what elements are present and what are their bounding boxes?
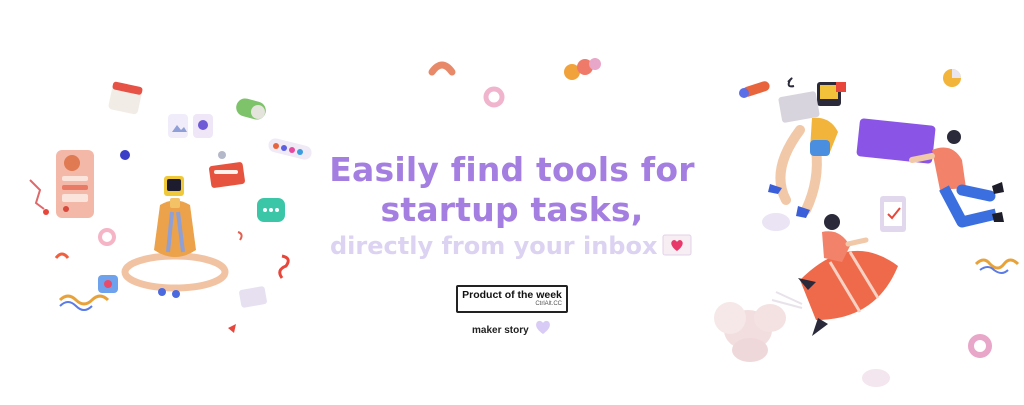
left-illustration — [29, 81, 312, 333]
badge-subtitle: CtrlAlt.CC — [535, 301, 562, 307]
right-illustration — [714, 69, 1020, 387]
squiggle-decoration — [974, 258, 1020, 270]
calendar-icon — [108, 81, 143, 115]
envelope-card-icon — [209, 162, 245, 188]
product-of-the-week-badge[interactable]: Product of the week CtrlAlt.CC — [456, 285, 568, 313]
image-card-icon — [168, 114, 188, 138]
ring-shape — [968, 334, 992, 358]
ring-shape — [483, 86, 505, 108]
standing-figure — [932, 147, 966, 190]
hero-banner: Easily find tools for startup tasks, dir… — [0, 0, 1024, 405]
headline: Easily find tools for startup tasks, — [300, 150, 724, 230]
maker-story-link[interactable]: maker story — [472, 325, 529, 336]
headline-line-1: Easily find tools for — [329, 150, 695, 189]
envelope-heart-icon — [662, 234, 692, 256]
headline-line-2: startup tasks, — [380, 190, 644, 229]
center-decorations — [428, 58, 601, 108]
ring-icon — [121, 252, 229, 292]
cloud-shape — [762, 213, 790, 231]
mascot-figure — [154, 200, 196, 257]
arch-shape — [428, 61, 456, 76]
headline-subline: directly from your inbox — [330, 232, 658, 260]
badge-title: Product of the week — [462, 289, 562, 301]
heart-icon — [536, 320, 550, 334]
document-card-icon — [239, 286, 267, 308]
rocket-icon — [800, 250, 898, 320]
